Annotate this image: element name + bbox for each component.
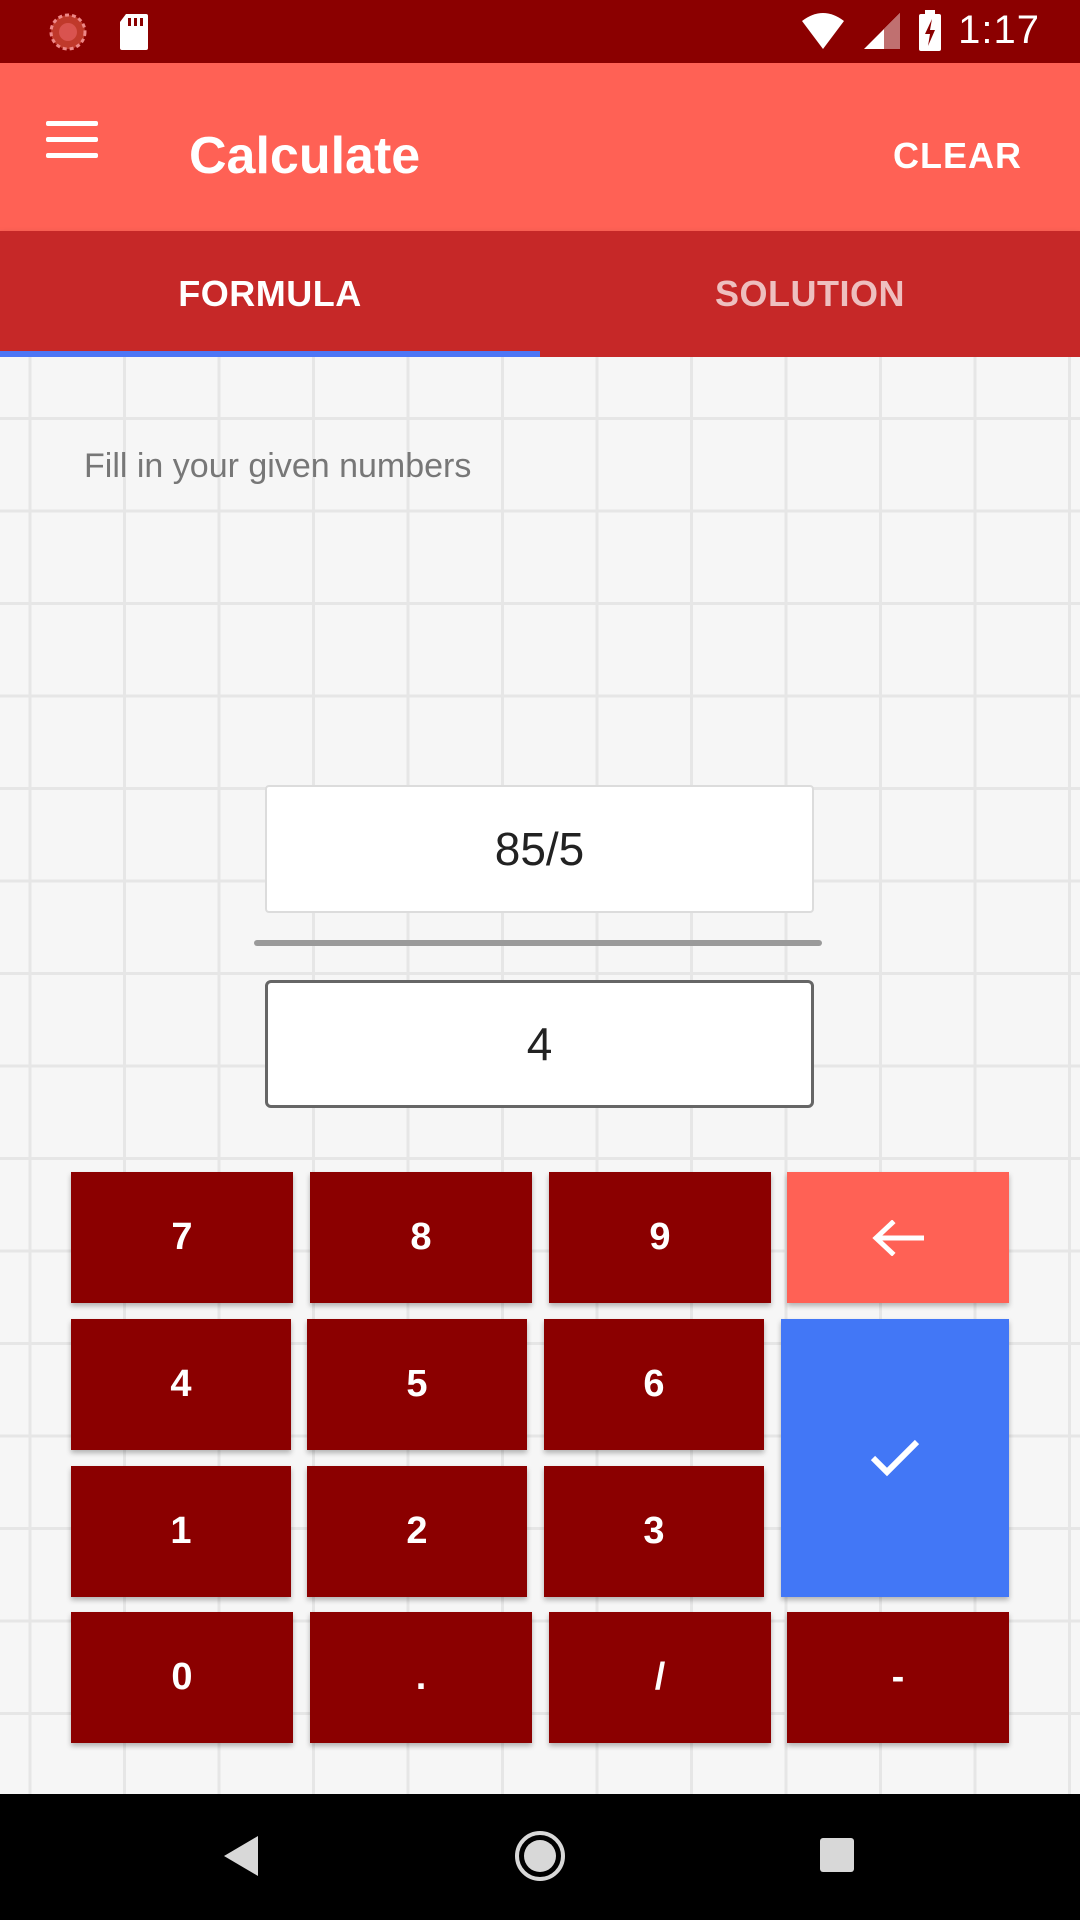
- wifi-icon: [802, 12, 845, 49]
- tab-formula[interactable]: FORMULA: [0, 231, 540, 357]
- key-4[interactable]: 4: [71, 1319, 291, 1450]
- key-0[interactable]: 0: [71, 1612, 293, 1743]
- app-bar: Calculate CLEAR: [0, 63, 1080, 231]
- recents-icon[interactable]: [819, 1837, 855, 1873]
- back-icon[interactable]: [222, 1834, 260, 1878]
- key-5[interactable]: 5: [307, 1319, 527, 1450]
- sd-card-icon: [120, 14, 148, 50]
- page-title: Calculate: [189, 127, 421, 185]
- formula-panel: Fill in your given numbers 85/5 4 7 8 9 …: [0, 357, 1080, 1794]
- tab-bar: FORMULA SOLUTION: [0, 231, 1080, 357]
- battery-charging-icon: [919, 9, 942, 51]
- arrow-left-icon: [872, 1219, 924, 1256]
- status-bar: 1:17: [0, 0, 1080, 63]
- sync-icon: [49, 13, 87, 51]
- navigation-bar: [0, 1794, 1080, 1920]
- home-icon[interactable]: [514, 1830, 566, 1882]
- status-time: 1:17: [958, 8, 1040, 52]
- key-7[interactable]: 7: [71, 1172, 293, 1303]
- key-8[interactable]: 8: [310, 1172, 532, 1303]
- key-decimal[interactable]: .: [310, 1612, 532, 1743]
- signal-icon: [864, 12, 901, 49]
- key-9[interactable]: 9: [549, 1172, 771, 1303]
- key-divide[interactable]: /: [549, 1612, 771, 1743]
- menu-icon[interactable]: [46, 121, 98, 161]
- key-2[interactable]: 2: [307, 1466, 527, 1597]
- backspace-button[interactable]: [787, 1172, 1009, 1303]
- hint-text: Fill in your given numbers: [84, 447, 472, 485]
- key-minus[interactable]: -: [787, 1612, 1009, 1743]
- key-6[interactable]: 6: [544, 1319, 764, 1450]
- numerator-input[interactable]: 85/5: [265, 785, 814, 913]
- denominator-input[interactable]: 4: [265, 980, 814, 1108]
- fraction-line: [254, 940, 822, 946]
- key-1[interactable]: 1: [71, 1466, 291, 1597]
- confirm-button[interactable]: [781, 1319, 1009, 1597]
- check-icon: [870, 1439, 920, 1477]
- key-3[interactable]: 3: [544, 1466, 764, 1597]
- clear-button[interactable]: CLEAR: [893, 135, 1022, 177]
- tab-solution[interactable]: SOLUTION: [540, 231, 1080, 357]
